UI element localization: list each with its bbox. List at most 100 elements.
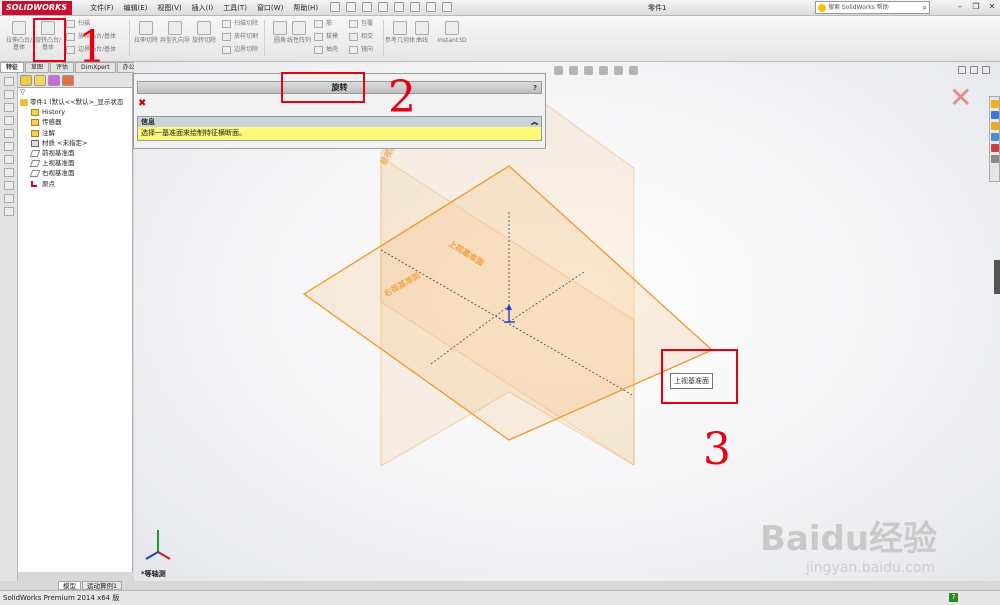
lofted-cut-button[interactable]: 放样切割 xyxy=(222,32,258,42)
quick-tips-icon[interactable]: ? xyxy=(949,593,958,602)
shell-icon xyxy=(314,46,323,54)
property-manager-tab-icon[interactable] xyxy=(34,75,46,86)
print-icon[interactable] xyxy=(378,2,388,12)
toolbar-icon[interactable] xyxy=(3,90,14,99)
rib-button[interactable]: 筋 xyxy=(314,19,332,29)
tab-model[interactable]: 模型 xyxy=(58,581,81,590)
close-icon[interactable]: ✕ xyxy=(986,2,998,13)
tab-sketch[interactable]: 草图 xyxy=(25,62,50,73)
annotation-box-top-plane xyxy=(661,349,738,404)
collapse-icon[interactable]: ︽ xyxy=(531,117,538,127)
revolve-cut-icon xyxy=(197,21,211,35)
menu-help[interactable]: 帮助(H) xyxy=(291,2,320,14)
shell-button[interactable]: 抽壳 xyxy=(314,45,338,55)
menu-insert[interactable]: 插入(I) xyxy=(190,2,216,14)
toolbar-icon[interactable] xyxy=(3,155,14,164)
intersect-icon xyxy=(349,33,358,41)
menu-edit[interactable]: 编辑(E) xyxy=(122,2,150,14)
top-plane[interactable] xyxy=(302,165,714,441)
tab-features[interactable]: 特征 xyxy=(0,62,25,73)
instant3d-button[interactable]: Instant3D xyxy=(434,19,470,59)
linear-pattern-button[interactable]: 线性阵列 xyxy=(284,19,314,59)
extrude-cut-button[interactable]: 拉伸切除 xyxy=(131,19,161,59)
mirror-button[interactable]: 镜向 xyxy=(349,45,373,55)
filter-icon[interactable]: ▽ xyxy=(18,88,132,97)
new-icon[interactable] xyxy=(330,2,340,12)
annotation-box-revolve-button xyxy=(33,18,66,62)
undo-icon[interactable] xyxy=(394,2,404,12)
lofted-cut-icon xyxy=(222,33,231,41)
boundary-cut-button[interactable]: 边界切除 xyxy=(222,45,258,55)
extrude-boss-button[interactable]: 拉伸凸台/基体 xyxy=(4,19,34,59)
tab-motion-study[interactable]: 运动算例1 xyxy=(82,581,123,590)
annotation-box-revolve-title xyxy=(281,72,365,103)
message-header[interactable]: 信息 ︽ xyxy=(138,117,541,127)
toolbar-icon[interactable] xyxy=(3,194,14,203)
tree-item-origin[interactable]: 原点 xyxy=(18,179,132,189)
draft-button[interactable]: 拔模 xyxy=(314,32,338,42)
tree-item-front-plane[interactable]: 前视基准面 xyxy=(18,148,132,158)
instant3d-label: Instant3D xyxy=(437,37,467,44)
cancel-icon[interactable]: ✖ xyxy=(138,98,146,109)
swept-cut-label: 扫描切除 xyxy=(234,20,259,27)
minimize-icon[interactable]: – xyxy=(954,2,966,13)
tab-evaluate[interactable]: 评估 xyxy=(50,62,75,73)
triad-z-axis xyxy=(145,551,159,560)
menu-window[interactable]: 窗口(W) xyxy=(255,2,285,14)
draft-icon xyxy=(314,33,323,41)
toolbar-icon[interactable] xyxy=(3,168,14,177)
wrap-button[interactable]: 包覆 xyxy=(349,19,373,29)
toolbar-icon[interactable] xyxy=(3,142,14,151)
tree-item-history[interactable]: History xyxy=(18,107,132,117)
toolbar-icon[interactable] xyxy=(3,116,14,125)
help-search-input[interactable]: 搜索 SolidWorks 帮助 ⌕ xyxy=(815,1,930,14)
hole-wizard-button[interactable]: 异型孔向导 xyxy=(160,19,190,59)
tree-item-top-plane[interactable]: 上视基准面 xyxy=(18,158,132,168)
feature-tree-tab-icon[interactable] xyxy=(20,75,32,86)
swept-cut-button[interactable]: 扫描切除 xyxy=(222,19,258,29)
message-text: 选择一基准面来绘制特征横断面。 xyxy=(138,127,541,140)
tree-item-part[interactable]: 零件1 (默认<<默认>_显示状态 xyxy=(18,97,132,107)
select-icon[interactable] xyxy=(410,2,420,12)
lofted-cut-label: 放样切割 xyxy=(234,33,259,40)
rib-icon xyxy=(314,20,323,28)
rebuild-icon[interactable] xyxy=(426,2,436,12)
toolbar-icon[interactable] xyxy=(3,129,14,138)
options-icon[interactable] xyxy=(442,2,452,12)
menu-file[interactable]: 文件(F) xyxy=(88,2,116,14)
solidworks-logo[interactable]: SOLIDWORKS xyxy=(2,1,72,15)
menu-bar: 文件(F) 编辑(E) 视图(V) 插入(I) 工具(T) 窗口(W) 帮助(H… xyxy=(88,2,320,14)
origin-icon xyxy=(31,180,37,187)
revolve-cut-button[interactable]: 旋转切除 xyxy=(189,19,219,59)
boundary-cut-icon xyxy=(222,46,231,54)
feature-manager-scroll[interactable] xyxy=(18,572,133,581)
tree-item-right-plane[interactable]: 右视基准面 xyxy=(18,168,132,178)
restore-icon[interactable]: ❐ xyxy=(970,2,982,13)
toolbar-icon[interactable] xyxy=(3,181,14,190)
tree-item-label: 传感器 xyxy=(42,118,62,127)
toolbar-icon[interactable] xyxy=(3,77,14,86)
tree-item-material[interactable]: 材质 <未指定> xyxy=(18,138,132,148)
tree-item-annotations[interactable]: 注解 xyxy=(18,128,132,138)
menu-tools[interactable]: 工具(T) xyxy=(221,2,249,14)
document-title: 零件1 xyxy=(648,4,667,12)
toolbar-icon[interactable] xyxy=(3,103,14,112)
configuration-tab-icon[interactable] xyxy=(48,75,60,86)
tree-item-sensors[interactable]: 传感器 xyxy=(18,117,132,127)
search-icon[interactable]: ⌕ xyxy=(923,3,927,13)
shell-label: 抽壳 xyxy=(326,46,339,53)
toolbar-icon[interactable] xyxy=(3,207,14,216)
display-manager-tab-icon[interactable] xyxy=(62,75,74,86)
save-icon[interactable] xyxy=(362,2,372,12)
quick-access-toolbar xyxy=(330,2,452,12)
curves-button[interactable]: 曲线 xyxy=(407,19,437,59)
menu-view[interactable]: 视图(V) xyxy=(155,2,183,14)
feature-manager-tabs xyxy=(18,73,132,88)
help-icon[interactable]: ? xyxy=(533,83,537,93)
plane-icon xyxy=(29,170,41,178)
draft-label: 拔模 xyxy=(326,33,339,40)
intersect-button[interactable]: 相交 xyxy=(349,32,373,42)
triad-x-axis xyxy=(157,551,171,560)
open-icon[interactable] xyxy=(346,2,356,12)
status-text: SolidWorks Premium 2014 x64 版 xyxy=(3,594,120,602)
